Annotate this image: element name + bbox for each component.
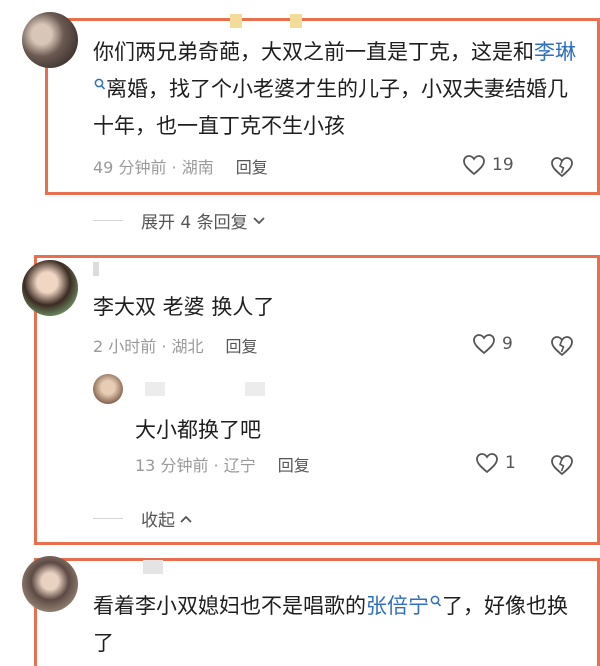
broken-heart-icon[interactable] bbox=[550, 335, 574, 357]
timestamp-location: 49 分钟前 · 湖南 bbox=[93, 158, 214, 177]
expand-label: 展开 4 条回复 bbox=[141, 213, 248, 233]
comment-meta: 2 小时前 · 湖北 回复 bbox=[93, 336, 258, 358]
search-icon bbox=[430, 595, 442, 607]
comment-text-prefix: 看着李小双媳妇也不是唱歌的 bbox=[93, 594, 366, 618]
comment-meta: 13 分钟前 · 辽宁 回复 bbox=[135, 455, 310, 477]
like-count: 9 bbox=[502, 334, 513, 354]
comment-text: 看着李小双媳妇也不是唱歌的张倍宁 了，好像也换了 bbox=[93, 588, 588, 662]
avatar[interactable] bbox=[22, 260, 78, 316]
avatar[interactable] bbox=[22, 556, 78, 612]
username-placeholder bbox=[143, 560, 163, 574]
comment-text-suffix: 离婚，找了个小老婆才生的儿子，小双夫妻结婚几十年，也一直丁克不生小孩 bbox=[93, 77, 568, 138]
keyword-link[interactable]: 张倍宁 bbox=[366, 594, 442, 618]
broken-heart-icon[interactable] bbox=[550, 156, 574, 178]
reply-text: 大小都换了吧 bbox=[135, 418, 261, 442]
timestamp-location: 13 分钟前 · 辽宁 bbox=[135, 456, 256, 475]
divider bbox=[93, 518, 123, 519]
comment-text-prefix: 你们两兄弟奇葩，大双之前一直是丁克，这是和 bbox=[93, 40, 534, 64]
chevron-down-icon bbox=[252, 216, 265, 224]
timestamp-location: 2 小时前 · 湖北 bbox=[93, 337, 204, 356]
heart-outline-icon bbox=[473, 334, 495, 355]
avatar[interactable] bbox=[93, 374, 123, 404]
reply-button[interactable]: 回复 bbox=[226, 337, 258, 356]
heart-outline-icon bbox=[476, 453, 498, 474]
collapse-replies-button[interactable]: 收起 bbox=[93, 506, 193, 531]
username-placeholder bbox=[145, 382, 165, 396]
username-placeholder bbox=[93, 262, 99, 276]
avatar[interactable] bbox=[22, 12, 78, 68]
username-placeholder bbox=[290, 14, 302, 28]
like-button[interactable]: 9 bbox=[472, 333, 513, 355]
username-placeholder bbox=[245, 382, 265, 396]
like-count: 19 bbox=[492, 155, 514, 175]
comment-text: 李大双 老婆 换人了 bbox=[93, 295, 275, 319]
collapse-label: 收起 bbox=[141, 511, 175, 531]
like-button[interactable]: 1 bbox=[475, 452, 516, 474]
expand-replies-button[interactable]: 展开 4 条回复 bbox=[93, 208, 266, 233]
divider bbox=[93, 220, 123, 221]
like-button[interactable]: 19 bbox=[462, 154, 514, 176]
chevron-up-icon bbox=[180, 515, 192, 523]
reply-button[interactable]: 回复 bbox=[236, 158, 268, 177]
comment-meta: 49 分钟前 · 湖南 回复 bbox=[93, 157, 268, 179]
broken-heart-icon[interactable] bbox=[550, 454, 574, 476]
like-count: 1 bbox=[505, 453, 516, 473]
username-placeholder bbox=[230, 14, 242, 28]
comment-text: 你们两兄弟奇葩，大双之前一直是丁克，这是和李琳离婚，找了个小老婆才生的儿子，小双… bbox=[93, 34, 588, 145]
heart-outline-icon bbox=[463, 155, 485, 176]
search-icon bbox=[94, 78, 106, 90]
reply-button[interactable]: 回复 bbox=[278, 456, 310, 475]
